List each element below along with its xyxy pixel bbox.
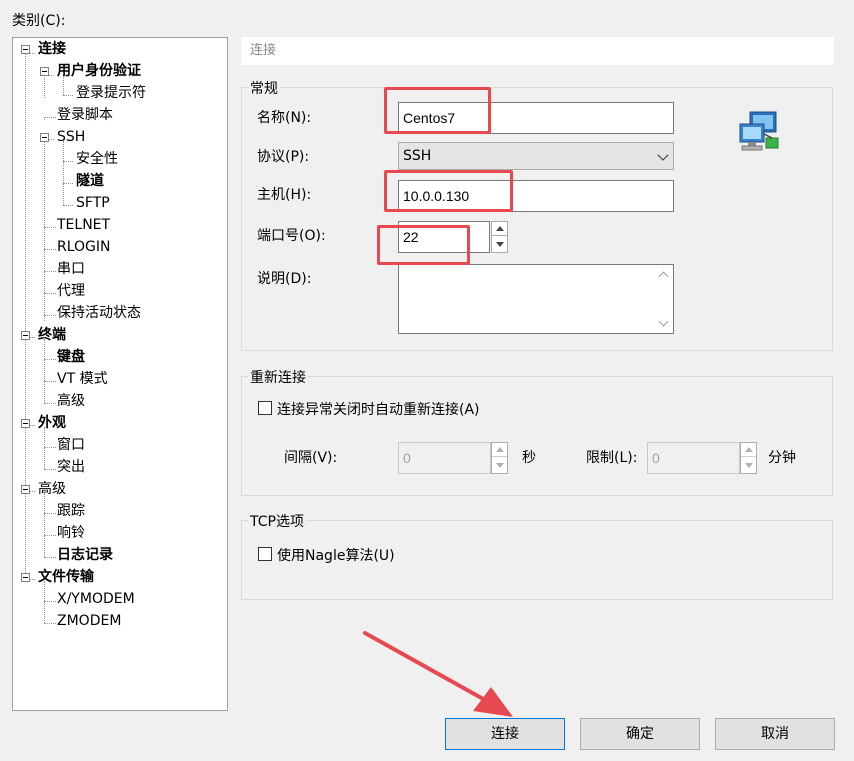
cancel-button[interactable]: 取消 [715, 718, 835, 750]
host-label: 主机(H): [257, 187, 312, 203]
tree-item-highlight[interactable]: 突出 [57, 457, 85, 477]
tree-item-login-script[interactable]: 登录脚本 [57, 105, 113, 125]
interval-spinner[interactable] [491, 442, 508, 474]
collapse-icon[interactable] [21, 45, 30, 54]
network-computer-icon [738, 110, 784, 154]
spin-down-button[interactable] [741, 458, 756, 472]
highlight-name-box [384, 87, 491, 134]
tree-item-bell[interactable]: 响铃 [57, 523, 85, 543]
collapse-icon[interactable] [21, 331, 30, 340]
highlight-port-box [377, 225, 470, 265]
nagle-label[interactable]: 使用Nagle算法(U) [277, 545, 395, 565]
protocol-select[interactable]: SSH [398, 142, 674, 170]
tree-item-login-prompt[interactable]: 登录提示符 [76, 83, 146, 103]
tree-item-file-transfer[interactable]: 文件传输 [38, 567, 94, 587]
name-label: 名称(N): [257, 110, 312, 126]
interval-label: 间隔(V): [284, 450, 338, 466]
description-textarea[interactable] [398, 264, 674, 334]
tree-item-security[interactable]: 安全性 [76, 149, 118, 169]
tree-item-keyboard[interactable]: 键盘 [57, 347, 85, 367]
tree-item-ssh[interactable]: SSH [57, 127, 85, 147]
collapse-icon[interactable] [40, 67, 49, 76]
tree-item-keepalive[interactable]: 保持活动状态 [57, 303, 141, 323]
spin-down-button[interactable] [492, 458, 507, 472]
interval-input[interactable]: 0 [398, 442, 491, 474]
protocol-label: 协议(P): [257, 149, 310, 165]
description-label: 说明(D): [257, 271, 312, 287]
port-label: 端口号(O): [257, 228, 326, 244]
scroll-up-icon[interactable] [658, 271, 669, 282]
auto-reconnect-checkbox[interactable] [258, 401, 272, 415]
reconnect-group [241, 376, 833, 496]
tree-item-connection[interactable]: 连接 [38, 39, 66, 59]
category-label: 类别(C): [12, 13, 66, 29]
tree-item-xymodem[interactable]: X/YMODEM [57, 589, 135, 609]
collapse-icon[interactable] [21, 573, 30, 582]
tree-item-advanced[interactable]: 高级 [38, 479, 66, 499]
general-group-title: 常规 [248, 78, 280, 98]
spin-up-button[interactable] [741, 443, 756, 457]
spin-down-button[interactable] [492, 237, 507, 251]
spin-up-button[interactable] [492, 443, 507, 457]
interval-unit: 秒 [522, 450, 536, 466]
spin-up-button[interactable] [492, 222, 507, 236]
tree-item-zmodem[interactable]: ZMODEM [57, 611, 121, 631]
tree-item-logging[interactable]: 日志记录 [57, 545, 113, 565]
limit-unit: 分钟 [768, 450, 796, 466]
limit-spinner[interactable] [740, 442, 757, 474]
category-tree[interactable]: 连接 用户身份验证 登录提示符 登录脚本 SSH 安全性 隧道 SFTP TEL… [12, 37, 228, 711]
auto-reconnect-label[interactable]: 连接异常关闭时自动重新连接(A) [277, 399, 480, 419]
chevron-down-icon [657, 149, 669, 161]
tree-item-telnet[interactable]: TELNET [57, 215, 110, 235]
tree-item-serial[interactable]: 串口 [57, 259, 85, 279]
collapse-icon[interactable] [40, 133, 49, 142]
limit-input[interactable]: 0 [647, 442, 740, 474]
tree-item-appearance[interactable]: 外观 [38, 413, 66, 433]
tcp-group-title: TCP选项 [248, 511, 306, 531]
reconnect-group-title: 重新连接 [248, 367, 308, 387]
tree-item-window[interactable]: 窗口 [57, 435, 85, 455]
protocol-value: SSH [403, 148, 432, 164]
tree-item-proxy[interactable]: 代理 [57, 281, 85, 301]
tree-item-auth[interactable]: 用户身份验证 [57, 61, 141, 81]
annotation-arrow [355, 625, 530, 725]
highlight-host-box [384, 170, 513, 212]
tree-item-rlogin[interactable]: RLOGIN [57, 237, 111, 257]
collapse-icon[interactable] [21, 419, 30, 428]
scroll-down-icon[interactable] [658, 316, 669, 327]
tree-item-tunnel[interactable]: 隧道 [76, 171, 104, 191]
port-spinner[interactable] [491, 221, 508, 253]
tree-item-sftp[interactable]: SFTP [76, 193, 110, 213]
tree-item-vt-mode[interactable]: VT 模式 [57, 369, 108, 389]
section-title: 连接 [241, 37, 834, 65]
tree-item-trace[interactable]: 跟踪 [57, 501, 85, 521]
ok-button[interactable]: 确定 [580, 718, 700, 750]
tree-item-terminal[interactable]: 终端 [38, 325, 66, 345]
collapse-icon[interactable] [21, 485, 30, 494]
nagle-checkbox[interactable] [258, 547, 272, 561]
limit-label: 限制(L): [586, 450, 638, 466]
tree-item-terminal-advanced[interactable]: 高级 [57, 391, 85, 411]
